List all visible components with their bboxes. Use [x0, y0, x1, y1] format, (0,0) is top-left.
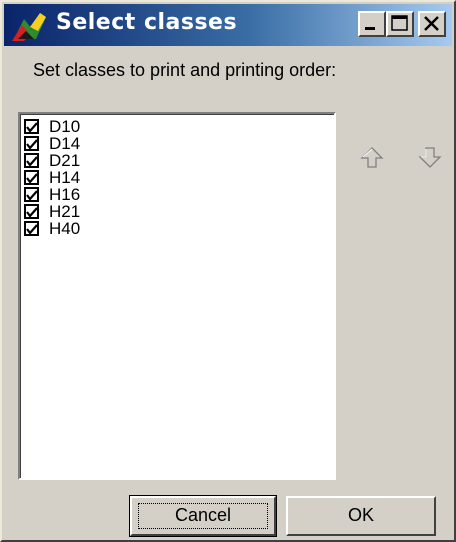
move-up-arrow-icon [359, 147, 385, 175]
list-item-d14[interactable]: D14 [24, 135, 80, 152]
ok-button[interactable]: OK [286, 496, 436, 536]
minimize-button[interactable] [358, 11, 386, 37]
checkbox-h21[interactable] [24, 204, 39, 219]
list-item-h14[interactable]: H14 [24, 169, 80, 186]
list-item-d21[interactable]: D21 [24, 152, 80, 169]
cancel-button[interactable]: Cancel [129, 495, 277, 537]
move-down-button[interactable] [417, 145, 443, 171]
move-up-button[interactable] [359, 145, 385, 171]
title-bar[interactable]: Select classes [4, 4, 452, 46]
list-item-label: H14 [49, 168, 81, 187]
list-item-label: D14 [49, 134, 81, 153]
move-down-arrow-icon [417, 147, 443, 175]
list-item-label: H16 [49, 185, 81, 204]
checkbox-d21[interactable] [24, 153, 39, 168]
app-icon [10, 9, 50, 43]
list-item-label: H21 [49, 202, 81, 221]
cancel-button-label: Cancel [174, 505, 232, 525]
close-button[interactable] [418, 11, 446, 37]
list-item-h16[interactable]: H16 [24, 186, 80, 203]
window-title: Select classes [56, 10, 238, 35]
list-item-d10[interactable]: D10 [24, 118, 80, 135]
checkbox-h16[interactable] [24, 187, 39, 202]
select-classes-dialog: Select classes Set classes to print and … [0, 0, 456, 542]
classes-listbox[interactable]: D10 D14 D21 H14 H16 H21 H40 [18, 112, 336, 480]
checkbox-d14[interactable] [24, 136, 39, 151]
checkbox-h40[interactable] [24, 221, 39, 236]
list-item-h40[interactable]: H40 [24, 220, 80, 237]
list-item-label: H40 [49, 219, 81, 238]
maximize-button[interactable] [386, 11, 414, 37]
ok-button-label: OK [347, 505, 374, 525]
list-item-label: D10 [49, 117, 81, 136]
list-item-label: D21 [49, 151, 81, 170]
list-item-h21[interactable]: H21 [24, 203, 80, 220]
checkbox-d10[interactable] [24, 119, 39, 134]
instruction-label: Set classes to print and printing order: [33, 60, 337, 80]
checkbox-h14[interactable] [24, 170, 39, 185]
